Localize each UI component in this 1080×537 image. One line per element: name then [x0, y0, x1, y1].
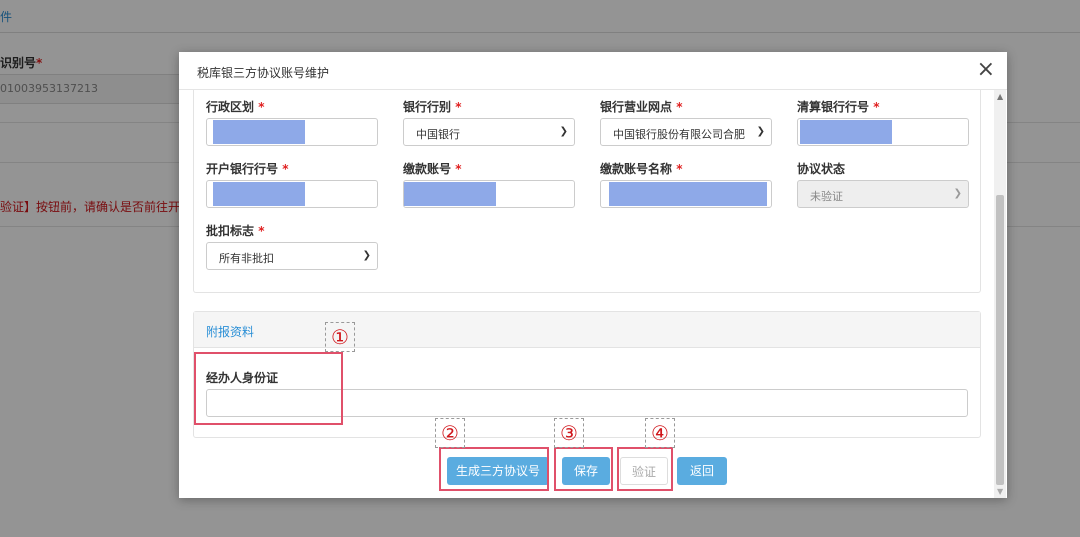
scroll-thumb[interactable]: [996, 195, 1004, 485]
clearing-bank-no-label: 清算银行行号 *: [797, 100, 880, 114]
redaction-mask: [800, 120, 892, 144]
payment-account-name-input[interactable]: [600, 180, 772, 208]
bank-branch-label: 银行营业网点 *: [600, 100, 683, 114]
chevron-down-icon: ❯: [362, 250, 371, 261]
redaction-mask: [404, 182, 496, 206]
chevron-down-icon: ❯: [559, 126, 568, 137]
modal-title: 税库银三方协议账号维护: [197, 66, 330, 80]
payment-account-name-label: 缴款账号名称 *: [600, 162, 683, 176]
close-icon[interactable]: ×: [977, 58, 995, 82]
annotation-number: ②: [435, 418, 465, 448]
clearing-bank-no-input[interactable]: [797, 118, 969, 146]
open-bank-no-label: 开户银行行号 *: [206, 162, 289, 176]
highlight-box-verify: [617, 447, 673, 491]
chevron-down-icon: ❯: [756, 126, 765, 137]
highlight-box-save: [554, 447, 613, 491]
bank-type-label: 银行行别 *: [403, 100, 462, 114]
chevron-down-icon: ❯: [953, 188, 962, 199]
admin-region-label: 行政区划 *: [206, 100, 265, 114]
payment-account-label: 缴款账号 *: [403, 162, 462, 176]
scroll-up-icon[interactable]: ▲: [997, 92, 1003, 101]
bank-type-value: 中国银行: [416, 128, 460, 141]
deduction-flag-label: 批扣标志 *: [206, 224, 265, 238]
highlight-box-generate: [439, 447, 549, 491]
bank-branch-select[interactable]: 中国银行股份有限公司合肥 ❯: [600, 118, 772, 146]
back-button[interactable]: 返回: [677, 457, 727, 485]
scroll-down-icon[interactable]: ▼: [997, 487, 1003, 496]
redaction-mask: [213, 182, 305, 206]
highlight-box-id-card: [194, 352, 343, 425]
payment-account-input[interactable]: [403, 180, 575, 208]
deduction-flag-select[interactable]: 所有非批扣 ❯: [206, 242, 378, 270]
admin-region-input[interactable]: [206, 118, 378, 146]
agreement-status-value: 未验证: [810, 190, 843, 203]
redaction-mask: [609, 182, 767, 206]
bank-branch-value: 中国银行股份有限公司合肥: [613, 128, 745, 141]
attachment-header: 附报资料: [194, 312, 980, 348]
form-panel: 行政区划 * 银行行别 * 中国银行 ❯ 银行营业网点 * 中国银行股份有限公司…: [193, 90, 981, 293]
attachment-title: 附报资料: [206, 325, 255, 339]
open-bank-no-input[interactable]: [206, 180, 378, 208]
annotation-number: ③: [554, 418, 584, 448]
annotation-number: ①: [325, 322, 355, 352]
agreement-status-select: 未验证 ❯: [797, 180, 969, 208]
deduction-flag-value: 所有非批扣: [219, 252, 274, 265]
modal-body: 行政区划 * 银行行别 * 中国银行 ❯ 银行营业网点 * 中国银行股份有限公司…: [179, 90, 1007, 498]
redaction-mask: [213, 120, 305, 144]
vertical-scrollbar[interactable]: ▲ ▼: [994, 90, 1006, 498]
agreement-modal: 税库银三方协议账号维护 × 行政区划 * 银行行别 * 中国银行 ❯ 银行营业网…: [179, 52, 1007, 498]
annotation-number: ④: [645, 418, 675, 448]
bank-type-select[interactable]: 中国银行 ❯: [403, 118, 575, 146]
agreement-status-label: 协议状态: [797, 162, 846, 176]
modal-header: 税库银三方协议账号维护 ×: [179, 52, 1007, 90]
